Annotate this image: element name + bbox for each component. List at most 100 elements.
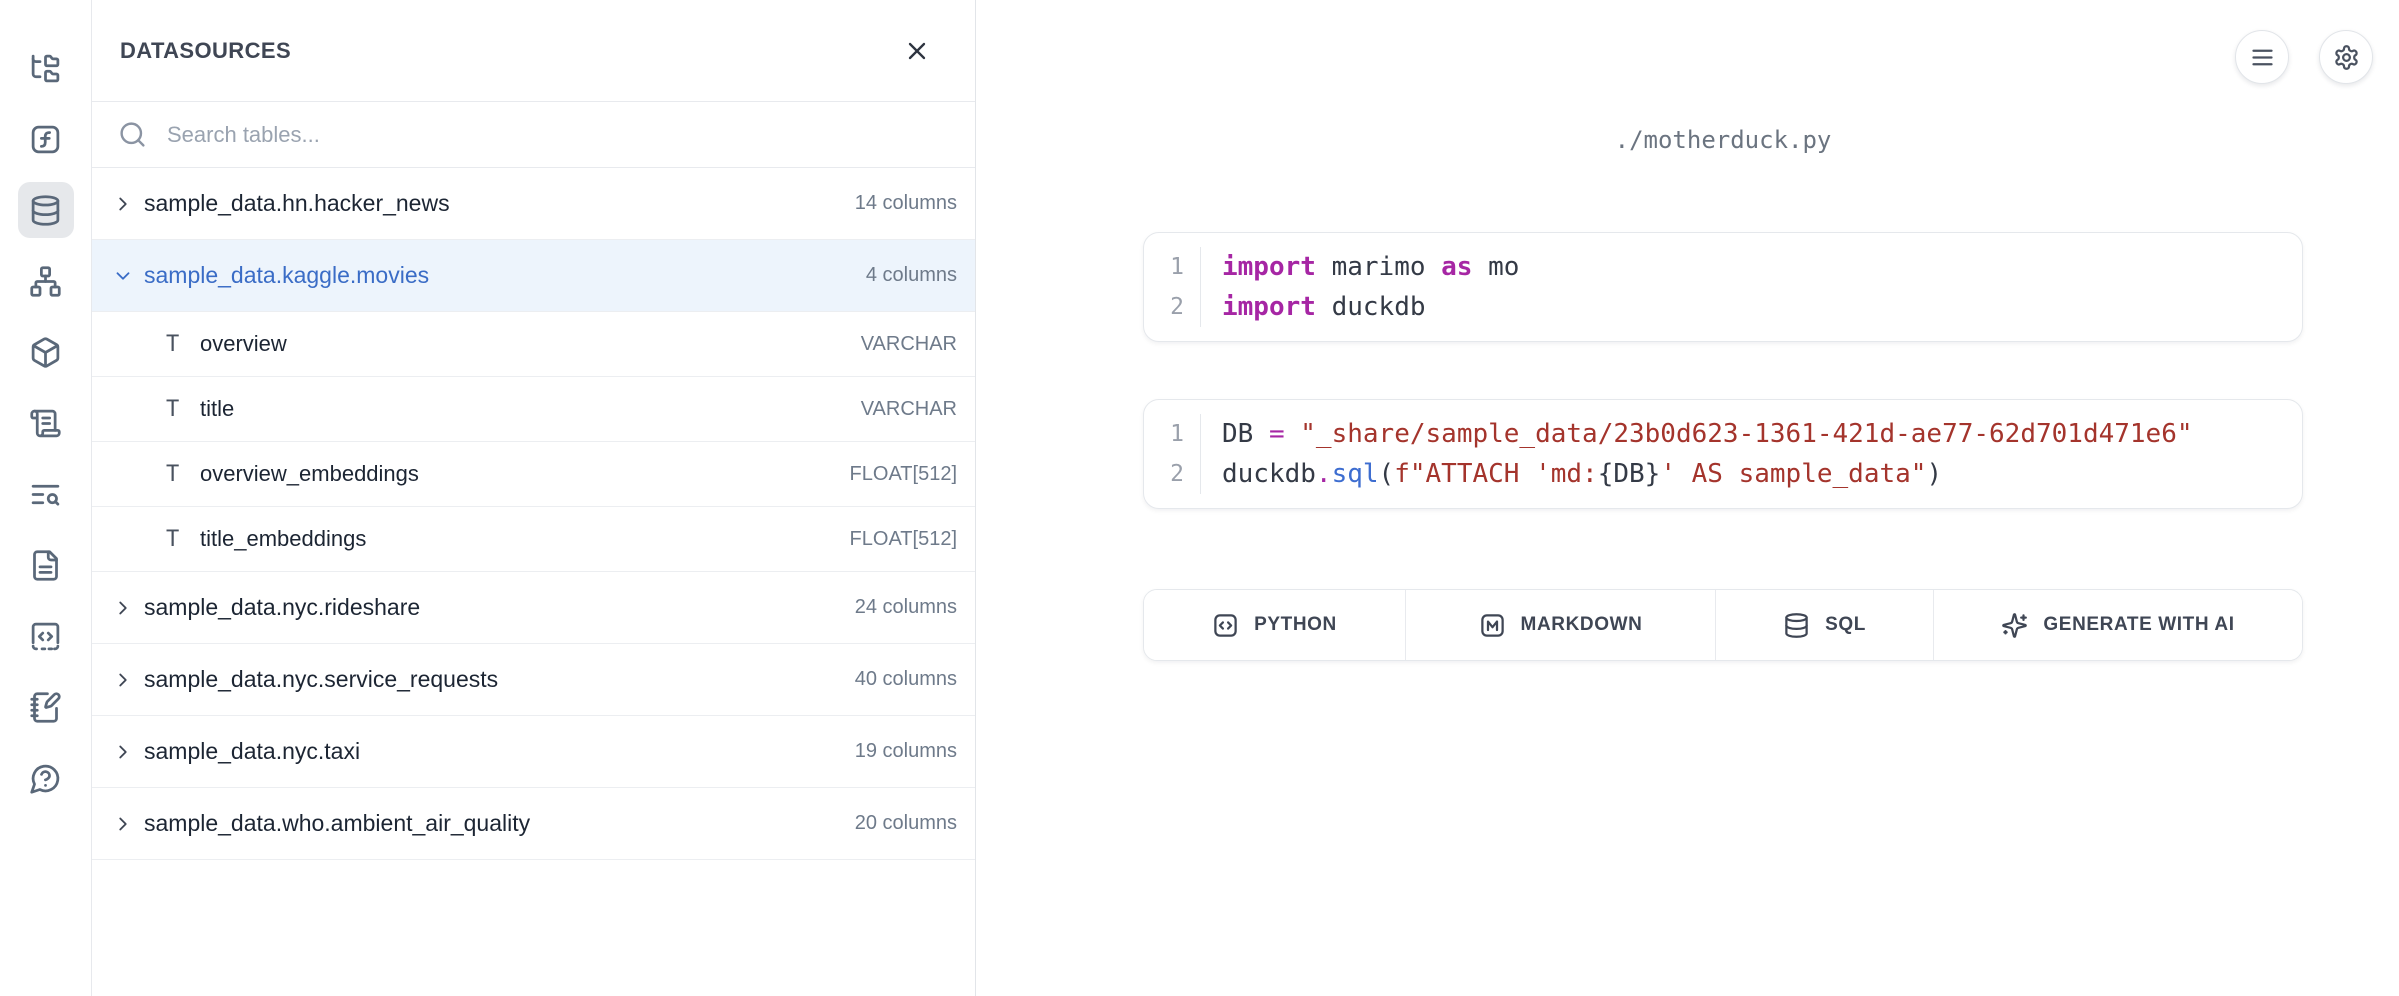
add-cell-button-label: GENERATE WITH AI <box>2043 614 2234 636</box>
chevron-right-icon <box>112 741 134 763</box>
sparkles-icon <box>2001 612 2028 639</box>
documentation-icon <box>29 549 62 582</box>
close-panel-button[interactable] <box>899 33 935 69</box>
code-editor[interactable]: DB = "_share/sample_data/23b0d623-1361-4… <box>1201 414 2302 494</box>
panel-title: DATASOURCES <box>120 38 291 64</box>
rail-item-scratchpad[interactable] <box>18 679 74 735</box>
table-columns-badge: 40 columns <box>855 668 957 691</box>
column-name: title <box>200 396 849 422</box>
chevron-right-icon <box>112 597 134 619</box>
table-row[interactable]: sample_data.nyc.service_requests 40 colum… <box>92 644 975 716</box>
table-name: sample_data.nyc.service_requests <box>144 666 843 693</box>
code-cell[interactable]: 12import marimo as moimport duckdb <box>1143 232 2303 342</box>
rail-item-snippets[interactable] <box>18 608 74 664</box>
table-row[interactable]: sample_data.nyc.rideshare 24 columns <box>92 572 975 644</box>
rail-item-file-explorer[interactable] <box>18 40 74 96</box>
code-editor[interactable]: import marimo as moimport duckdb <box>1201 247 2302 327</box>
datasources-panel: DATASOURCES sample_data.hn.hacker_news 14… <box>92 0 976 996</box>
line-number: 1 <box>1144 414 1184 454</box>
column-type-text-icon: T <box>166 397 200 422</box>
add-cell-sql-button[interactable]: SQL <box>1716 590 1934 660</box>
column-name: overview_embeddings <box>200 461 838 487</box>
line-number: 2 <box>1144 454 1184 494</box>
logs-icon <box>29 478 62 511</box>
rail-item-outline[interactable] <box>18 395 74 451</box>
table-columns-badge: 14 columns <box>855 192 957 215</box>
table-name: sample_data.nyc.taxi <box>144 738 843 765</box>
table-columns-badge: 4 columns <box>866 264 957 287</box>
notebook-content: ./motherduck.py 12import marimo as moimp… <box>1143 126 2303 661</box>
app-root: DATASOURCES sample_data.hn.hacker_news14… <box>0 0 2399 996</box>
table-columns-badge: 19 columns <box>855 740 957 763</box>
table-name: sample_data.nyc.rideshare <box>144 594 843 621</box>
column-type-text-icon: T <box>166 332 200 357</box>
helper-panel-rail <box>0 0 92 996</box>
line-number-gutter: 12 <box>1144 414 1201 494</box>
chevron-right-icon <box>112 669 134 691</box>
add-cell-button-label: PYTHON <box>1254 614 1337 636</box>
rail-item-variables[interactable] <box>18 111 74 167</box>
search-row <box>92 102 975 168</box>
table-list: sample_data.hn.hacker_news14 columnssamp… <box>92 168 975 996</box>
search-icon <box>118 120 147 149</box>
menu-button[interactable] <box>2235 30 2289 84</box>
help-icon <box>29 762 62 795</box>
column-type-text-icon: T <box>166 462 200 487</box>
settings-button[interactable] <box>2319 30 2373 84</box>
dependencies-icon <box>29 265 62 298</box>
square-code-icon <box>1212 612 1239 639</box>
outline-icon <box>29 407 62 440</box>
column-type: VARCHAR <box>861 333 957 356</box>
table-name: sample_data.kaggle.movies <box>144 262 854 289</box>
settings-icon <box>2333 44 2360 71</box>
chevron-right-icon <box>112 813 134 835</box>
column-type: VARCHAR <box>861 398 957 421</box>
square-m-icon <box>1479 612 1506 639</box>
table-row[interactable]: sample_data.kaggle.movies 4 columns <box>92 240 975 312</box>
code-line: import duckdb <box>1222 287 2302 327</box>
scratchpad-icon <box>29 691 62 724</box>
table-columns-badge: 24 columns <box>855 596 957 619</box>
column-row[interactable]: Toverview_embeddings FLOAT[512] <box>92 442 975 507</box>
column-name: overview <box>200 331 849 357</box>
packages-icon <box>29 336 62 369</box>
table-row[interactable]: sample_data.hn.hacker_news 14 columns <box>92 168 975 240</box>
search-tables-input[interactable] <box>165 121 951 149</box>
rail-item-dependencies[interactable] <box>18 253 74 309</box>
notebook-filename: ./motherduck.py <box>1143 126 2303 156</box>
column-type: FLOAT[512] <box>850 463 957 486</box>
code-line: duckdb.sql(f"ATTACH 'md:{DB}' AS sample_… <box>1222 454 2302 494</box>
cells-container: 12import marimo as moimport duckdb12DB =… <box>1143 232 2303 509</box>
line-number-gutter: 12 <box>1144 247 1201 327</box>
add-cell-bar: PYTHON MARKDOWN SQL GENERATE WITH AI <box>1143 589 2303 661</box>
database-icon <box>1783 612 1810 639</box>
add-cell-button-label: SQL <box>1825 614 1866 636</box>
rail-item-documentation[interactable] <box>18 537 74 593</box>
rail-item-packages[interactable] <box>18 324 74 380</box>
file-explorer-icon <box>29 52 62 85</box>
column-row[interactable]: Ttitle_embeddingsFLOAT[512] <box>92 507 975 572</box>
datasources-icon <box>29 194 62 227</box>
table-row[interactable]: sample_data.nyc.taxi 19 columns <box>92 716 975 788</box>
add-cell-markdown-button[interactable]: MARKDOWN <box>1406 590 1716 660</box>
rail-item-help[interactable] <box>18 750 74 806</box>
column-row[interactable]: Ttitle VARCHAR <box>92 377 975 442</box>
code-line: import marimo as mo <box>1222 247 2302 287</box>
close-icon <box>903 37 931 65</box>
variables-icon <box>29 123 62 156</box>
code-cell[interactable]: 12 DB = "_share/sample_data/23b0d623-1361… <box>1143 399 2303 509</box>
rail-item-datasources[interactable] <box>18 182 74 238</box>
rail-item-logs[interactable] <box>18 466 74 522</box>
code-line: DB = "_share/sample_data/23b0d623-1361-4… <box>1222 414 2302 454</box>
add-cell-python-button[interactable]: PYTHON <box>1144 590 1406 660</box>
line-number: 1 <box>1144 247 1184 287</box>
table-name: sample_data.hn.hacker_news <box>144 190 843 217</box>
column-type-text-icon: T <box>166 527 200 552</box>
add-cell-generate-with-ai-button[interactable]: GENERATE WITH AI <box>1934 590 2302 660</box>
table-columns-badge: 20 columns <box>855 812 957 835</box>
column-row[interactable]: Toverview VARCHAR <box>92 312 975 377</box>
chevron-right-icon <box>112 193 134 215</box>
top-actions <box>2235 30 2373 84</box>
table-row[interactable]: sample_data.who.ambient_air_quality20 co… <box>92 788 975 860</box>
column-name: title_embeddings <box>200 526 838 552</box>
